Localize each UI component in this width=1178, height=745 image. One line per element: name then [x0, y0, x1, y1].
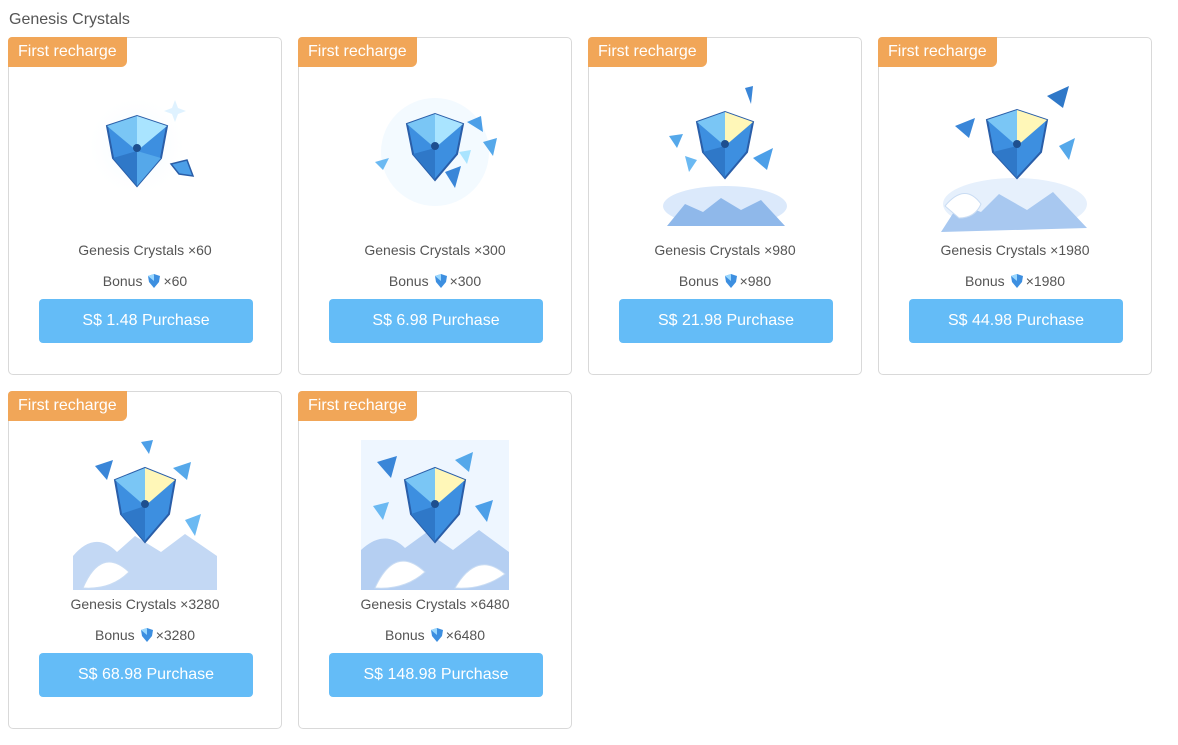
- bonus-line: Bonus ×300: [299, 271, 571, 291]
- purchase-button[interactable]: S$ 44.98 Purchase: [909, 299, 1123, 343]
- genesis-crystal-icon: [663, 86, 787, 226]
- genesis-crystal-icon: [361, 440, 509, 590]
- first-recharge-tag: First recharge: [298, 391, 417, 421]
- product-card: First recharge Genesis Crystals ×3280 Bo…: [8, 391, 282, 729]
- bonus-label: Bonus: [94, 627, 135, 643]
- bonus-amount: ×3280: [155, 627, 196, 643]
- product-name: Genesis Crystals ×980: [654, 242, 796, 258]
- bonus-amount: ×1980: [1025, 273, 1066, 289]
- purchase-button[interactable]: S$ 148.98 Purchase: [329, 653, 543, 697]
- bonus-amount: ×60: [163, 273, 188, 289]
- bonus-label: Bonus: [388, 273, 429, 289]
- bonus-amount: ×980: [739, 273, 772, 289]
- genesis-crystal-icon: [375, 98, 497, 206]
- product-card: First recharge Genesis Crystals ×980 Bon…: [588, 37, 862, 375]
- product-name: Genesis Crystals ×60: [78, 242, 212, 258]
- bonus-label: Bonus: [384, 627, 425, 643]
- bonus-line: Bonus ×3280: [9, 625, 281, 645]
- genesis-crystal-mini-icon: [724, 274, 737, 288]
- purchase-button[interactable]: S$ 68.98 Purchase: [39, 653, 253, 697]
- first-recharge-tag: First recharge: [8, 37, 127, 67]
- section-title: Genesis Crystals: [9, 11, 130, 28]
- first-recharge-tag: First recharge: [878, 37, 997, 67]
- genesis-crystal-icon: [85, 94, 195, 198]
- first-recharge-tag: First recharge: [8, 391, 127, 421]
- bonus-line: Bonus ×1980: [879, 271, 1151, 291]
- genesis-crystal-icon: [941, 86, 1087, 232]
- first-recharge-tag: First recharge: [588, 37, 707, 67]
- product-card: First recharge Genesis Crystals ×1980 Bo…: [878, 37, 1152, 375]
- bonus-line: Bonus ×6480: [299, 625, 571, 645]
- purchase-button[interactable]: S$ 21.98 Purchase: [619, 299, 833, 343]
- bonus-label: Bonus: [102, 273, 143, 289]
- bonus-amount: ×300: [449, 273, 482, 289]
- bonus-label: Bonus: [964, 273, 1005, 289]
- bonus-line: Bonus ×980: [589, 271, 861, 291]
- bonus-amount: ×6480: [445, 627, 486, 643]
- genesis-crystal-mini-icon: [148, 274, 161, 288]
- purchase-button[interactable]: S$ 1.48 Purchase: [39, 299, 253, 343]
- first-recharge-tag: First recharge: [298, 37, 417, 67]
- genesis-crystal-mini-icon: [1010, 274, 1023, 288]
- genesis-crystal-icon: [73, 440, 217, 590]
- product-card: First recharge Genesis Crystals ×300 Bon…: [298, 37, 572, 375]
- genesis-crystal-mini-icon: [140, 628, 153, 642]
- product-name: Genesis Crystals ×6480: [360, 596, 510, 612]
- bonus-label: Bonus: [678, 273, 719, 289]
- product-name: Genesis Crystals ×3280: [70, 596, 220, 612]
- purchase-button[interactable]: S$ 6.98 Purchase: [329, 299, 543, 343]
- genesis-crystal-mini-icon: [434, 274, 447, 288]
- product-name: Genesis Crystals ×1980: [940, 242, 1090, 258]
- product-name: Genesis Crystals ×300: [364, 242, 506, 258]
- genesis-crystal-mini-icon: [430, 628, 443, 642]
- bonus-line: Bonus ×60: [9, 271, 281, 291]
- product-card: First recharge Genesis Crystals ×60 Bonu…: [8, 37, 282, 375]
- product-card: First recharge Genesis Crystals ×6480 Bo…: [298, 391, 572, 729]
